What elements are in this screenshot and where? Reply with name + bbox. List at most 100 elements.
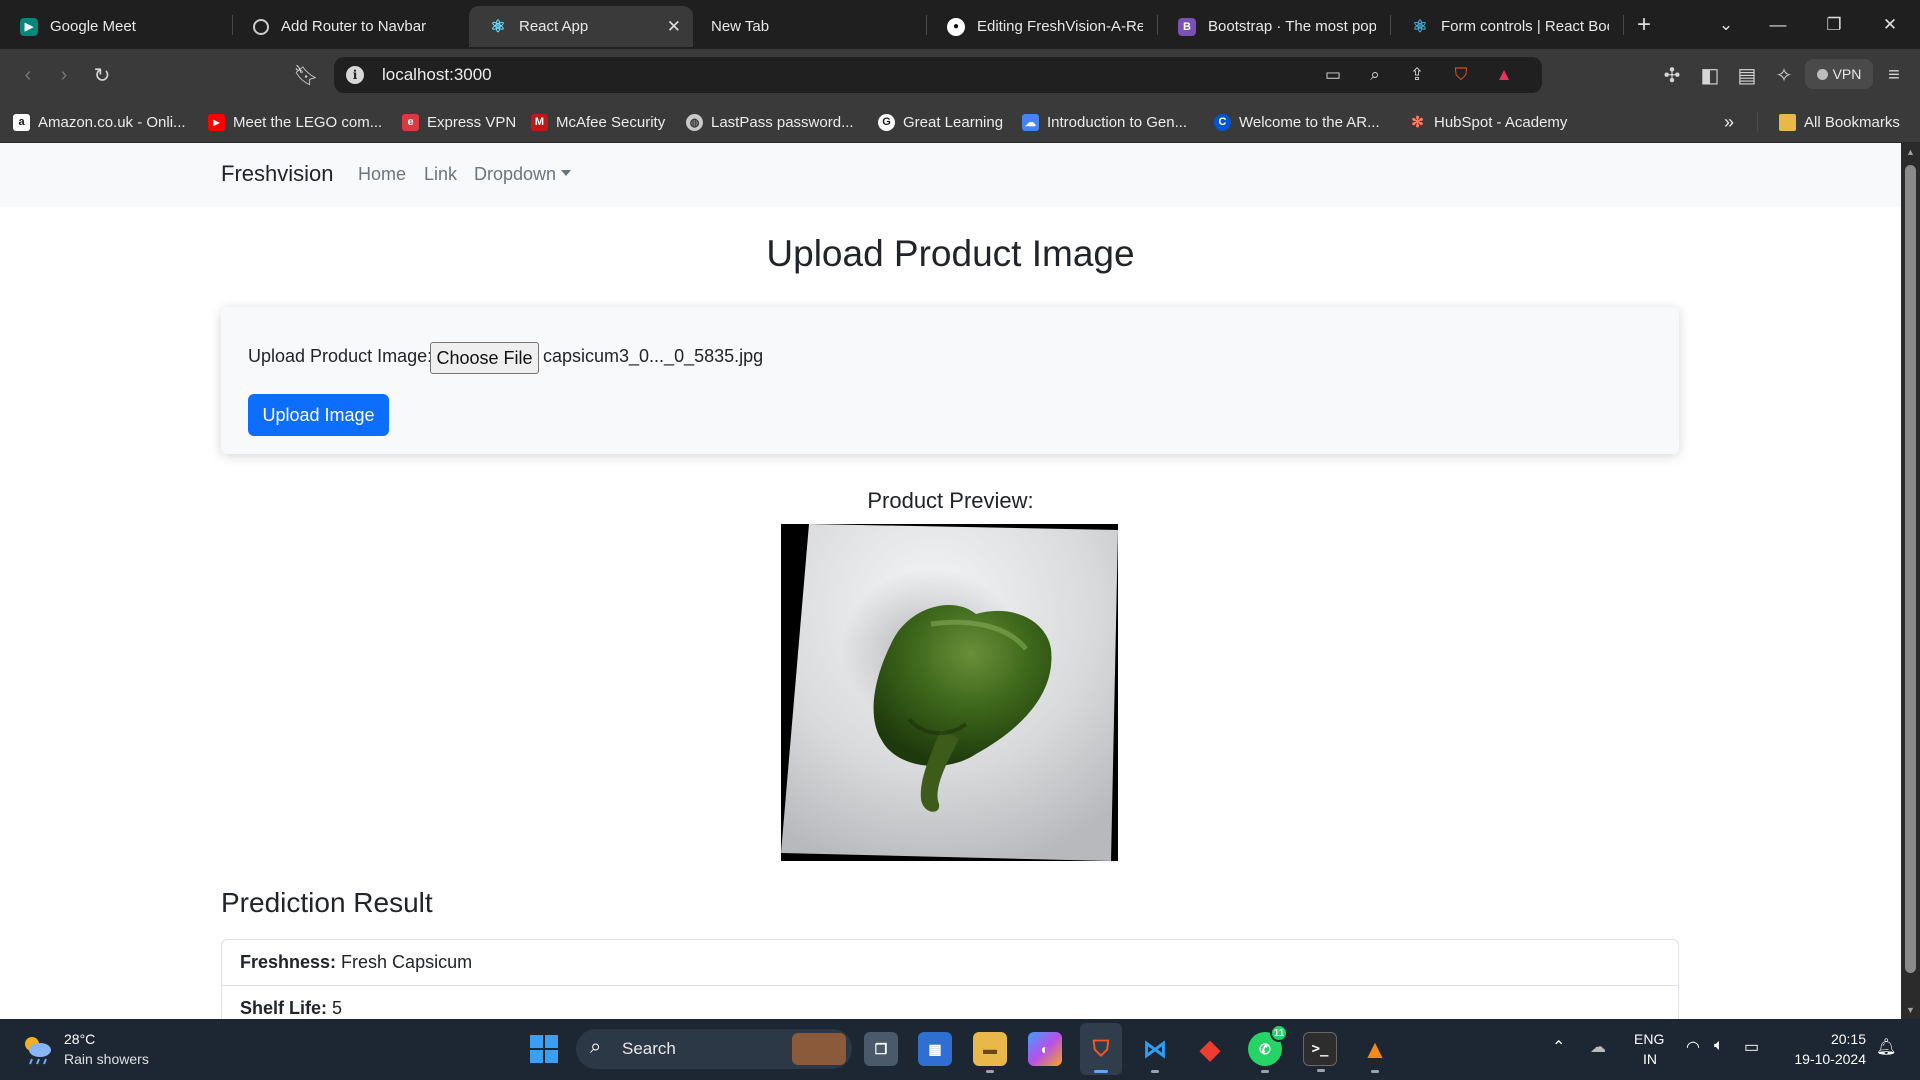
address-bar[interactable]: i localhost:3000 ▭ ⌕ ⇪ ⛉ ▲ [334, 57, 1542, 93]
tab-google-meet[interactable]: ▶ Google Meet [0, 6, 232, 47]
running-indicator [1371, 1070, 1379, 1073]
scroll-up-icon[interactable]: ▲ [1901, 143, 1920, 161]
clock-date[interactable]: 19-10-2024 [1786, 1051, 1866, 1067]
more-bookmarks-icon[interactable]: » [1724, 111, 1734, 133]
whatsapp-badge: 11 [1270, 1024, 1288, 1042]
tab-title: New Tab [711, 18, 770, 35]
running-indicator [1094, 1070, 1108, 1073]
selected-file-name: capsicum3_0..._0_5835.jpg [543, 346, 764, 366]
bookmark-hubspot[interactable]: ✻ HubSpot - Academy [1409, 111, 1567, 133]
choose-file-button[interactable]: Choose File [430, 342, 539, 374]
wifi-icon[interactable]: ◠ [1686, 1037, 1700, 1057]
brave-browser-icon[interactable]: ⛉ [1084, 1032, 1118, 1073]
caret-down-icon [561, 170, 572, 176]
tray-overflow-chevron-icon[interactable]: ⌃ [1552, 1037, 1565, 1057]
reload-icon[interactable]: ↻ [88, 61, 116, 89]
task-view-icon[interactable]: ❐ [864, 1032, 898, 1066]
upload-form-card: Upload Product Image: Choose File capsic… [221, 307, 1679, 454]
running-indicator [1317, 1069, 1325, 1072]
youtube-icon: ▶ [208, 113, 225, 131]
language-bottom[interactable]: IN [1643, 1051, 1657, 1067]
bookmark-label: Amazon.co.uk - Onli... [38, 113, 186, 131]
tab-react-bootstrap[interactable]: ⚛ Form controls | React Boo [1391, 6, 1623, 47]
brave-shields-icon[interactable]: ⛉ [1450, 64, 1472, 86]
tab-search-chevron-icon[interactable]: ⌄ [1703, 0, 1749, 49]
extensions-icon[interactable]: ✣ [1658, 61, 1686, 89]
tab-strip: ▶ Google Meet Add Router to Navbar ⚛ Rea… [0, 0, 1920, 49]
bookmark-label: LastPass password... [711, 113, 854, 131]
new-tab-button[interactable]: + [1624, 5, 1664, 45]
terminal-icon[interactable]: >_ [1303, 1032, 1337, 1072]
bookmark-label: Great Learning [903, 113, 1004, 131]
site-info-icon[interactable]: i [346, 66, 364, 84]
prediction-result-title: Prediction Result [221, 887, 433, 918]
all-bookmarks-folder[interactable]: All Bookmarks [1779, 111, 1900, 133]
page-scrollbar[interactable]: ▲ ▼ [1901, 143, 1920, 1019]
bookmark-icon[interactable]: 🔖︎ [292, 61, 320, 89]
tab-github[interactable]: ● Editing FreshVision-A-Re [927, 6, 1157, 47]
vlc-icon[interactable]: ▲ [1358, 1032, 1392, 1073]
expressvpn-icon: e [402, 113, 419, 131]
bookmark-express-vpn[interactable]: e Express VPN [402, 111, 516, 133]
tab-add-router[interactable]: Add Router to Navbar [233, 6, 469, 47]
bookmark-great-learning[interactable]: G Great Learning [878, 111, 1003, 133]
windows-start-icon[interactable] [527, 1032, 561, 1066]
tab-bootstrap[interactable]: B Bootstrap · The most pop [1158, 6, 1390, 47]
language-top[interactable]: ENG [1634, 1031, 1664, 1047]
url-text[interactable]: localhost:3000 [382, 65, 492, 85]
minimize-icon[interactable]: — [1755, 0, 1801, 49]
nav-link-link[interactable]: Link [424, 164, 457, 185]
nav-home-link[interactable]: Home [358, 164, 406, 185]
clock-time[interactable]: 20:15 [1786, 1031, 1866, 1047]
bookmark-coursera[interactable]: C Welcome to the AR... [1214, 111, 1380, 133]
vpn-label: VPN [1832, 66, 1862, 82]
menu-icon[interactable]: ≡ [1880, 61, 1908, 89]
wallet-icon[interactable]: ▤ [1733, 61, 1761, 89]
scroll-down-icon[interactable]: ▼ [1901, 1001, 1920, 1019]
share-icon[interactable]: ⇪ [1406, 64, 1428, 86]
weather-rain-icon[interactable] [20, 1033, 54, 1065]
vpn-button[interactable]: VPN [1805, 59, 1873, 89]
whatsapp-icon[interactable]: ✆ 11 [1248, 1024, 1288, 1073]
close-tab-icon[interactable]: ✕ [667, 17, 681, 37]
bookmark-lego[interactable]: ▶ Meet the LEGO com... [208, 111, 382, 133]
brave-rewards-icon[interactable]: ▲ [1493, 64, 1515, 86]
tab-title: Editing FreshVision-A-Re [977, 18, 1143, 35]
bookmark-amazon[interactable]: a Amazon.co.uk - Onli... [13, 111, 186, 133]
zoom-icon[interactable]: ⌕ [1364, 64, 1386, 86]
tab-new-tab[interactable]: New Tab [693, 6, 926, 47]
volume-icon[interactable]: 🔈︎ [1714, 1037, 1724, 1055]
bookmark-label: HubSpot - Academy [1434, 113, 1568, 131]
scrollbar-thumb[interactable] [1905, 165, 1916, 973]
taskbar-search[interactable]: ⌕ Search [576, 1029, 852, 1069]
forward-icon[interactable]: › [50, 61, 78, 89]
microsoft-store-icon[interactable]: ▦ [918, 1032, 952, 1066]
weather-temperature: 28°C [64, 1031, 96, 1047]
bookmark-label: All Bookmarks [1804, 113, 1900, 131]
onedrive-icon[interactable]: ☁ [1590, 1037, 1606, 1057]
upload-image-button[interactable]: Upload Image [248, 394, 389, 436]
cast-icon[interactable]: ▭ [1322, 64, 1344, 86]
git-icon[interactable]: ◆ [1193, 1032, 1227, 1066]
tab-title: Bootstrap · The most pop [1208, 18, 1376, 35]
close-window-icon[interactable]: ✕ [1867, 0, 1913, 49]
bookmarks-bar: a Amazon.co.uk - Onli... ▶ Meet the LEGO… [0, 101, 1920, 143]
nav-dropdown-toggle[interactable]: Dropdown [474, 164, 572, 185]
back-icon[interactable]: ‹ [14, 61, 42, 89]
navbar-brand[interactable]: Freshvision [221, 161, 333, 187]
battery-icon[interactable]: ▭ [1744, 1037, 1759, 1057]
vscode-icon[interactable]: ⋈ [1138, 1032, 1172, 1073]
leo-ai-icon[interactable]: ✧ [1770, 61, 1798, 89]
tab-title: Add Router to Navbar [281, 18, 427, 35]
bookmark-lastpass[interactable]: ◍ LastPass password... [686, 111, 854, 133]
bookmark-label: Introduction to Gen... [1047, 113, 1188, 131]
restore-icon[interactable]: ❐ [1811, 0, 1857, 49]
tab-react-app[interactable]: ⚛ React App ✕ [469, 6, 693, 47]
notification-bell-icon[interactable]: 🔔︎ [1876, 1037, 1896, 1057]
bookmark-mcafee[interactable]: M McAfee Security [531, 111, 665, 133]
bookmark-google-cloud[interactable]: ☁ Introduction to Gen... [1022, 111, 1187, 133]
file-explorer-icon[interactable]: ▬ [973, 1032, 1007, 1073]
sidebar-icon[interactable]: ◧ [1696, 61, 1724, 89]
prediction-result-list: Freshness: Fresh Capsicum Shelf Life: 5 [221, 939, 1679, 1019]
copilot-icon[interactable]: ◐ [1028, 1032, 1062, 1066]
